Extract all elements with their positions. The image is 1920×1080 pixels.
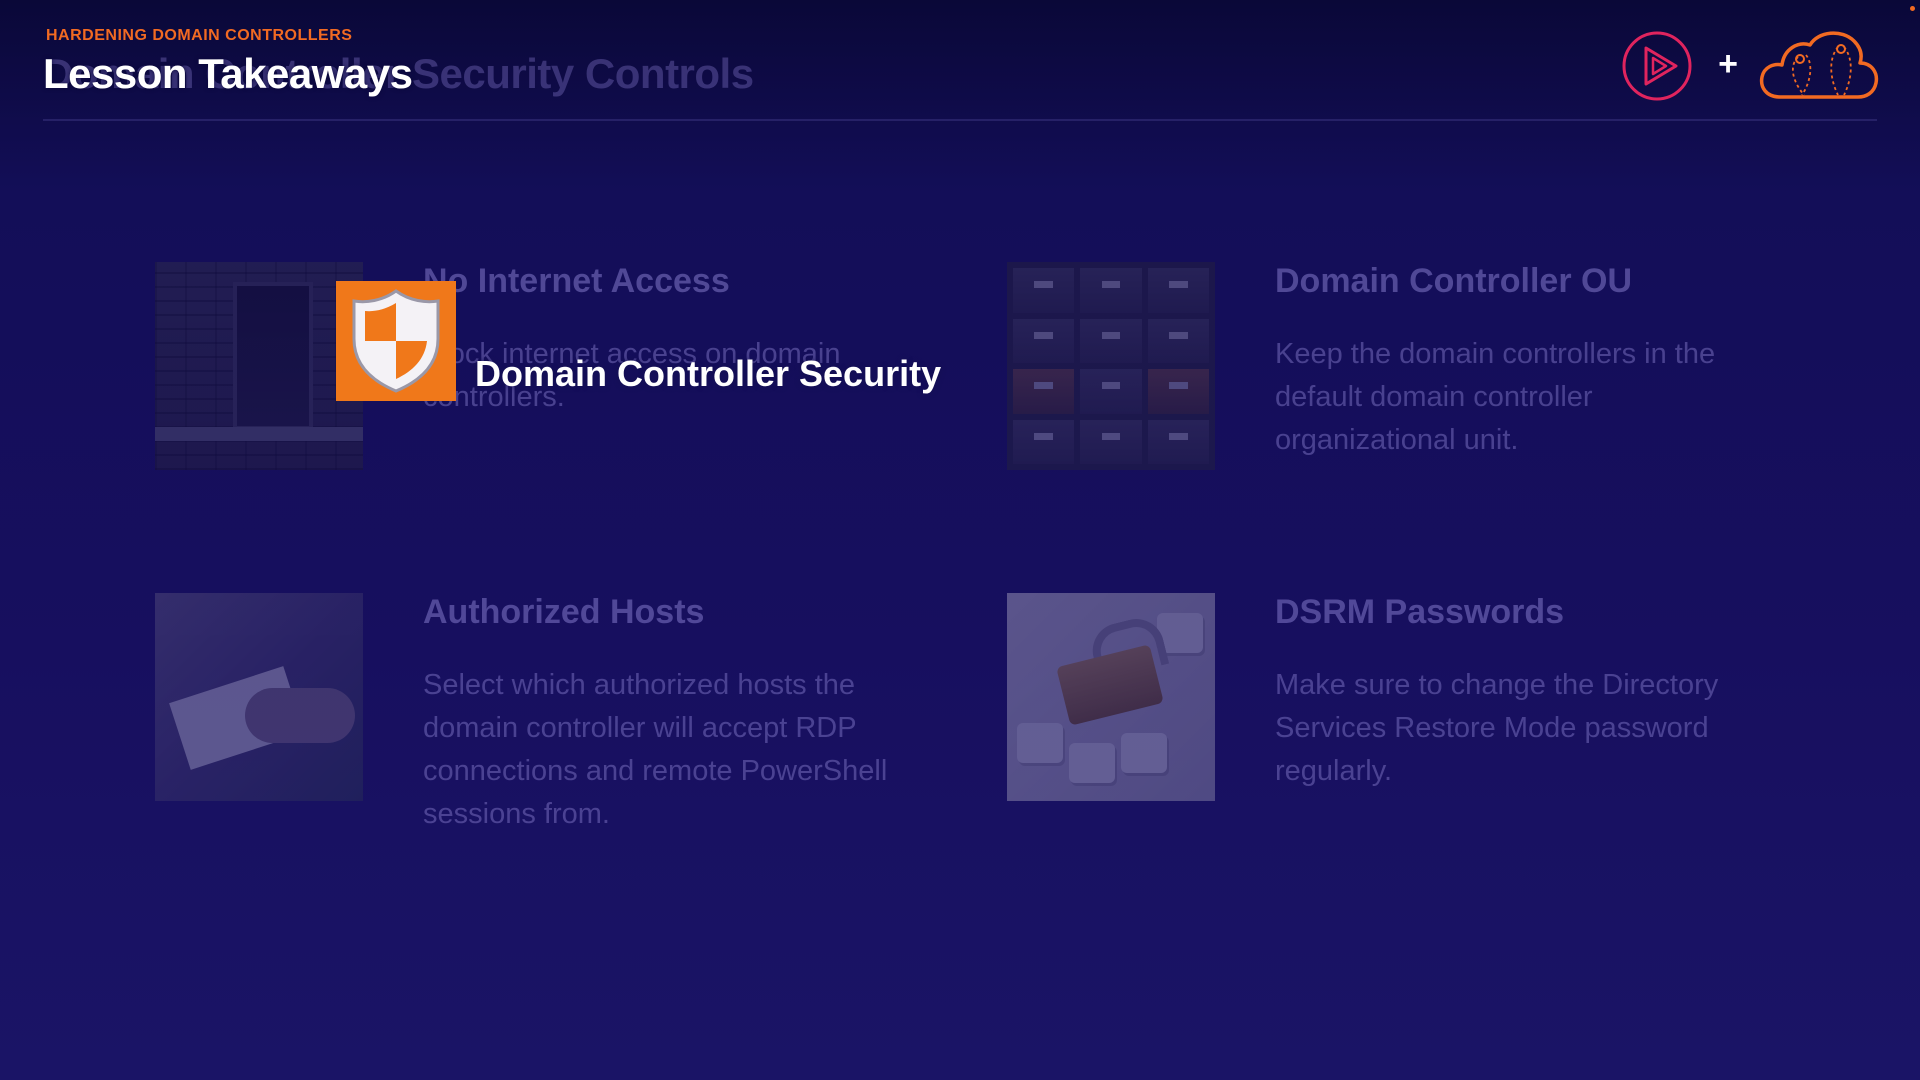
file-drawers-photo — [1007, 262, 1215, 470]
cloud-logo-icon — [1759, 31, 1879, 99]
padlock-keyboard-photo — [1007, 593, 1215, 801]
hands-paper-photo — [155, 593, 363, 801]
card-text: Select which authorized hosts the domain… — [423, 669, 888, 830]
shield-icon — [352, 289, 440, 393]
course-kicker: HARDENING DOMAIN CONTROLLERS — [46, 27, 353, 44]
card-text: Keep the domain controllers in the defau… — [1275, 338, 1716, 456]
card-title: No Internet Access — [423, 262, 730, 300]
card-title: DSRM Passwords — [1275, 593, 1565, 631]
card-text: Make sure to change the Directory Servic… — [1275, 669, 1719, 787]
header-divider — [43, 119, 1877, 121]
brick-door-photo — [155, 262, 363, 470]
card-title: Authorized Hosts — [423, 593, 705, 631]
play-circle-icon — [1622, 31, 1692, 101]
overlay-title: Domain Controller Security — [475, 353, 942, 394]
shield-badge — [336, 281, 456, 401]
slide-title: Lesson Takeaways — [43, 50, 413, 97]
plus-sign: + — [1718, 45, 1738, 83]
card-title: Domain Controller OU — [1275, 262, 1633, 300]
recording-dot — [1910, 6, 1915, 11]
